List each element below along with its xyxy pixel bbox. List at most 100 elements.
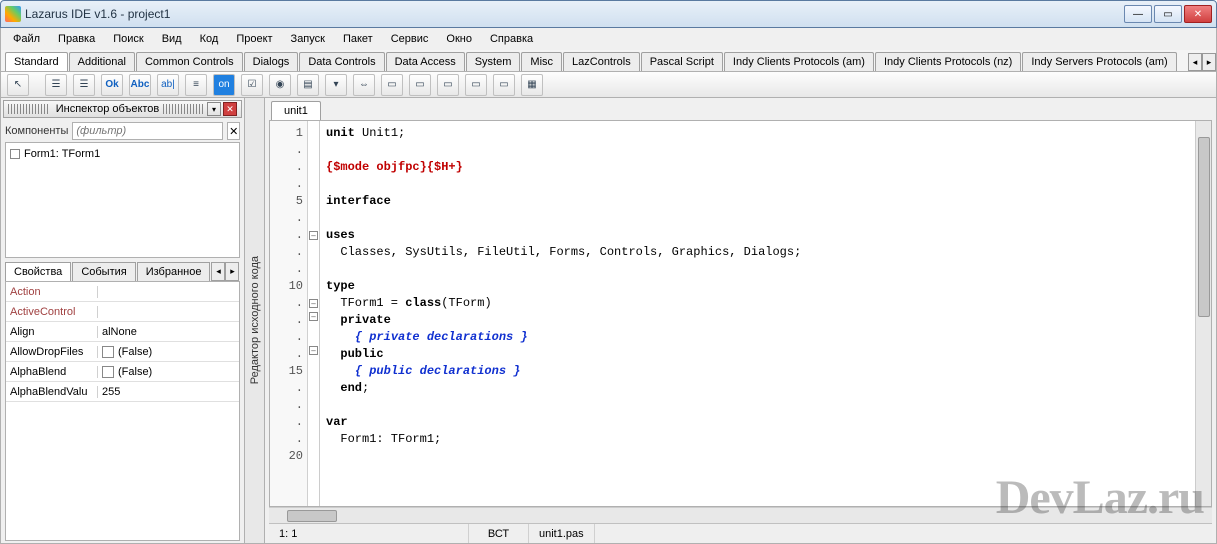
palette-tab[interactable]: Indy Servers Protocols (am) <box>1022 52 1176 71</box>
property-value[interactable]: alNone <box>98 326 239 338</box>
status-bar: 1: 1 ВСТ unit1.pas <box>269 523 1212 543</box>
palette-tab[interactable]: Pascal Script <box>641 52 723 71</box>
menu-сервис[interactable]: Сервис <box>383 31 437 47</box>
tactionlist-icon[interactable]: ▦ <box>521 74 543 96</box>
tscrollbar-icon[interactable]: ⇔ <box>353 74 375 96</box>
menu-вид[interactable]: Вид <box>154 31 190 47</box>
grip-icon <box>8 104 48 114</box>
inspector-close[interactable]: ✕ <box>223 102 237 116</box>
property-grid[interactable]: ActionActiveControlAlignalNoneAllowDropF… <box>5 281 240 541</box>
checkbox-icon[interactable] <box>102 346 114 358</box>
property-name: Align <box>6 326 98 338</box>
status-file: unit1.pas <box>529 524 595 543</box>
property-row[interactable]: Action <box>6 282 239 302</box>
palette-tab[interactable]: Indy Clients Protocols (am) <box>724 52 874 71</box>
tpopupmenu-icon[interactable]: ☰ <box>73 74 95 96</box>
property-name: Action <box>6 286 98 298</box>
palette-tab[interactable]: Standard <box>5 52 68 71</box>
palette-tab[interactable]: Data Access <box>386 52 465 71</box>
tlistbox-icon[interactable]: ▤ <box>297 74 319 96</box>
inspector-tab[interactable]: Свойства <box>5 262 71 281</box>
tedit-icon[interactable]: ab| <box>157 74 179 96</box>
property-row[interactable]: AlphaBlend(False) <box>6 362 239 382</box>
property-name: AlphaBlend <box>6 366 98 378</box>
ttogglebox-icon[interactable]: on <box>213 74 235 96</box>
property-row[interactable]: ActiveControl <box>6 302 239 322</box>
property-value[interactable]: 255 <box>98 386 239 398</box>
menu-правка[interactable]: Правка <box>50 31 103 47</box>
palette-tab[interactable]: Additional <box>69 52 135 71</box>
editor-side-label[interactable]: Редактор исходного кода <box>245 98 265 543</box>
menu-файл[interactable]: Файл <box>5 31 48 47</box>
maximize-button[interactable]: ▭ <box>1154 5 1182 23</box>
tmemo-icon[interactable]: ≡ <box>185 74 207 96</box>
checkbox-icon[interactable] <box>102 366 114 378</box>
minimize-button[interactable]: — <box>1124 5 1152 23</box>
tree-item-label: Form1: TForm1 <box>24 148 100 160</box>
menu-запуск[interactable]: Запуск <box>283 31 333 47</box>
palette-tab[interactable]: System <box>466 52 521 71</box>
inspector-tab[interactable]: События <box>72 262 135 281</box>
fold-icon[interactable]: – <box>309 312 318 321</box>
fold-icon[interactable]: – <box>309 231 318 240</box>
menu-окно[interactable]: Окно <box>438 31 480 47</box>
palette-tab[interactable]: Indy Clients Protocols (nz) <box>875 52 1021 71</box>
property-row[interactable]: AlignalNone <box>6 322 239 342</box>
editor-body[interactable]: 1...5....10....15....20 –––– unit Unit1;… <box>269 120 1212 507</box>
filter-clear[interactable]: ✕ <box>227 122 240 140</box>
palette-tab[interactable]: Data Controls <box>299 52 384 71</box>
tcombobox-icon[interactable]: ▾ <box>325 74 347 96</box>
palette-tabs: StandardAdditionalCommon ControlsDialogs… <box>0 50 1217 72</box>
code-area[interactable]: unit Unit1; {$mode objfpc}{$H+} interfac… <box>320 121 1195 506</box>
fold-icon[interactable]: – <box>309 299 318 308</box>
tradiogroup-icon[interactable]: ▭ <box>409 74 431 96</box>
property-row[interactable]: AllowDropFiles(False) <box>6 342 239 362</box>
tcheckgroup-icon[interactable]: ▭ <box>437 74 459 96</box>
property-value[interactable]: (False) <box>98 346 239 358</box>
tmainmenu-icon[interactable]: ☰ <box>45 74 67 96</box>
tcheckbox-icon[interactable]: ☑ <box>241 74 263 96</box>
inspector-title: Инспектор объектов <box>52 103 163 115</box>
prop-tab-left[interactable]: ◂ <box>211 262 225 281</box>
vertical-scrollbar[interactable] <box>1195 121 1211 506</box>
palette-tab[interactable]: LazControls <box>563 52 640 71</box>
filter-input[interactable] <box>72 122 223 140</box>
fold-column[interactable]: – – – – <box>308 121 320 506</box>
title-bar: Lazarus IDE v1.6 - project1 — ▭ ✕ <box>0 0 1217 28</box>
menu-справка[interactable]: Справка <box>482 31 541 47</box>
property-name: ActiveControl <box>6 306 98 318</box>
inspector-tab[interactable]: Избранное <box>137 262 211 281</box>
components-label: Компоненты <box>5 125 68 137</box>
tpanel-icon[interactable]: ▭ <box>465 74 487 96</box>
property-value[interactable]: (False) <box>98 366 239 378</box>
pointer-tool[interactable]: ↖ <box>7 74 29 96</box>
close-button[interactable]: ✕ <box>1184 5 1212 23</box>
prop-tab-right[interactable]: ▸ <box>225 262 239 281</box>
menu-пакет[interactable]: Пакет <box>335 31 381 47</box>
inspector-title-bar[interactable]: Инспектор объектов ▾ ✕ <box>3 100 242 118</box>
menu-код[interactable]: Код <box>192 31 227 47</box>
menu-проект[interactable]: Проект <box>228 31 280 47</box>
tlabel-icon[interactable]: Abc <box>129 74 151 96</box>
tgroupbox-icon[interactable]: ▭ <box>381 74 403 96</box>
palette-scroll-left[interactable]: ◂ <box>1188 53 1202 71</box>
palette-tab[interactable]: Misc <box>521 52 562 71</box>
fold-icon[interactable]: – <box>309 346 318 355</box>
palette-scroll-right[interactable]: ▸ <box>1202 53 1216 71</box>
palette-tab[interactable]: Common Controls <box>136 52 243 71</box>
object-inspector: Инспектор объектов ▾ ✕ Компоненты ✕ Form… <box>1 98 245 543</box>
tbutton-icon[interactable]: Ok <box>101 74 123 96</box>
menu-поиск[interactable]: Поиск <box>105 31 151 47</box>
status-position: 1: 1 <box>269 524 469 543</box>
horizontal-scrollbar[interactable] <box>269 507 1212 523</box>
tradiobutton-icon[interactable]: ◉ <box>269 74 291 96</box>
editor-tab[interactable]: unit1 <box>271 101 321 120</box>
property-row[interactable]: AlphaBlendValu255 <box>6 382 239 402</box>
source-editor: unit1 1...5....10....15....20 –––– unit … <box>265 98 1216 543</box>
component-tree[interactable]: Form1: TForm1 <box>5 142 240 258</box>
palette-tab[interactable]: Dialogs <box>244 52 299 71</box>
tframe-icon[interactable]: ▭ <box>493 74 515 96</box>
inspector-dropdown[interactable]: ▾ <box>207 102 221 116</box>
window-title: Lazarus IDE v1.6 - project1 <box>25 7 1124 21</box>
tree-item[interactable]: Form1: TForm1 <box>10 147 235 161</box>
